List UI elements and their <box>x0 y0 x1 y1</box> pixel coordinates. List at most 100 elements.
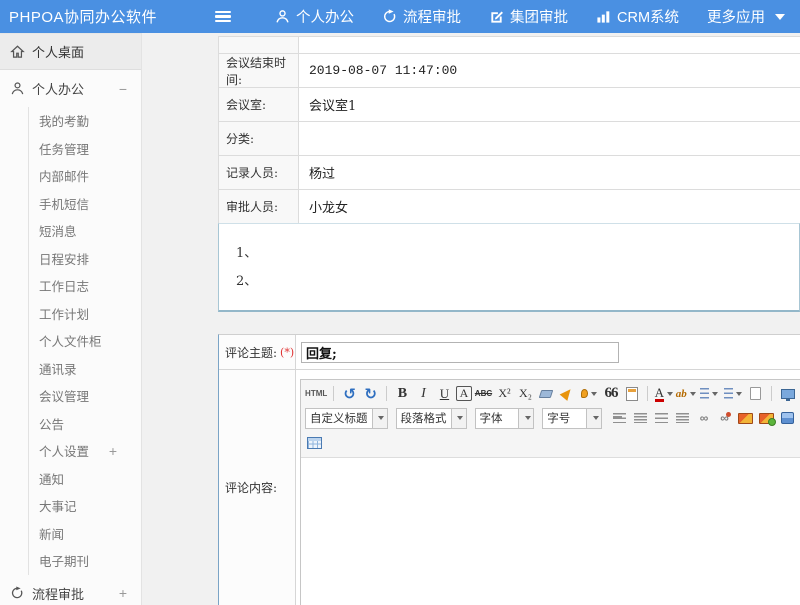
unordered-list-icon <box>724 388 733 399</box>
align-left-icon <box>613 413 626 423</box>
nav-personal-office[interactable]: 个人办公 <box>261 0 368 33</box>
nav-group-approval[interactable]: 集团审批 <box>475 0 582 33</box>
sidebar-item-news[interactable]: 新闻 <box>29 520 141 548</box>
sidebar-item-schedule[interactable]: 日程安排 <box>29 245 141 273</box>
field-label: 审批人员: <box>219 190 299 223</box>
sidebar-item-e-journal[interactable]: 电子期刊 <box>29 547 141 575</box>
expand-toggle[interactable]: + <box>119 585 127 601</box>
highlight-button[interactable]: ab <box>675 384 695 403</box>
sidebar-item-announcement[interactable]: 公告 <box>29 410 141 438</box>
font-style-button[interactable]: A <box>456 386 472 401</box>
sidebar-item-workflow-approval[interactable]: 流程审批 + <box>0 575 141 605</box>
insert-media-button[interactable] <box>778 409 797 428</box>
remove-link-button[interactable]: ∞ <box>715 409 734 428</box>
justify-button[interactable] <box>673 409 692 428</box>
field-value: 小龙女 <box>299 190 800 223</box>
html-source-button[interactable]: HTML <box>305 384 327 403</box>
meeting-content-box: 1、 2、 <box>218 223 800 312</box>
sidebar-item-notification[interactable]: 通知 <box>29 465 141 493</box>
heading-dropdown[interactable]: 自定义标题 <box>305 408 388 429</box>
clipboard-icon <box>626 387 638 401</box>
required-mark: (*) <box>280 346 294 359</box>
hamburger-menu-icon[interactable] <box>215 11 231 23</box>
upload-image-button[interactable] <box>757 409 776 428</box>
sidebar-item-mobile-sms[interactable]: 手机短信 <box>29 190 141 218</box>
nav-workflow-approval[interactable]: 流程审批 <box>368 0 475 33</box>
caret-down-icon <box>775 14 785 20</box>
bar-chart-icon <box>596 9 611 24</box>
unordered-list-button[interactable] <box>722 384 744 403</box>
rich-text-editor: HTML ↺ ↻ B I U A ABC X² <box>300 379 800 605</box>
sidebar-item-personal-office[interactable]: 个人办公 − <box>0 70 141 107</box>
ordered-list-button[interactable] <box>698 384 720 403</box>
align-right-button[interactable] <box>652 409 671 428</box>
sidebar-item-my-attendance[interactable]: 我的考勤 <box>29 107 141 135</box>
field-value: 杨过 <box>299 156 800 189</box>
person-icon <box>9 81 25 97</box>
undo-button[interactable]: ↺ <box>340 384 359 403</box>
collapse-toggle[interactable]: − <box>119 81 127 97</box>
sidebar-item-personal-desktop[interactable]: 个人桌面 <box>0 33 141 70</box>
insert-image-button[interactable] <box>736 409 755 428</box>
strikethrough-button[interactable]: ABC <box>474 384 493 403</box>
new-document-button[interactable] <box>746 384 765 403</box>
paste-from-word-button[interactable] <box>622 384 641 403</box>
phpoa-app: PHPOA协同办公软件 个人办公 流程审批 集团审批 CRM系统 更多应用 <box>0 0 800 605</box>
table-row-end-time: 会议结束时间: 2019-08-07 11:47:00 <box>219 54 800 88</box>
insert-link-button[interactable]: ∞ <box>694 409 713 428</box>
sidebar-item-personal-files[interactable]: 个人文件柜 <box>29 327 141 355</box>
sidebar-item-major-events[interactable]: 大事记 <box>29 492 141 520</box>
blockquote-button[interactable]: 66 <box>601 384 620 403</box>
sidebar-item-personal-settings[interactable]: 个人设置+ <box>29 437 141 465</box>
align-center-button[interactable] <box>631 409 650 428</box>
bold-button[interactable]: B <box>393 384 412 403</box>
emoticons-button[interactable] <box>579 384 599 403</box>
sidebar-item-internal-mail[interactable]: 内部邮件 <box>29 162 141 190</box>
table-icon <box>307 437 322 449</box>
redo-button[interactable]: ↻ <box>361 384 380 403</box>
field-label: 会议结束时间: <box>219 54 299 87</box>
fullscreen-button[interactable] <box>778 384 797 403</box>
top-navigation: 个人办公 流程审批 集团审批 CRM系统 更多应用 <box>261 0 799 33</box>
nav-more-apps[interactable]: 更多应用 <box>693 0 799 33</box>
caret-down-icon <box>457 416 463 420</box>
font-family-dropdown[interactable]: 字体 <box>475 408 535 429</box>
workflow-icon <box>9 585 25 601</box>
italic-button[interactable]: I <box>414 384 433 403</box>
media-icon <box>781 412 794 424</box>
remove-format-button[interactable] <box>537 384 556 403</box>
caret-down-icon <box>667 392 673 396</box>
sidebar-item-work-plan[interactable]: 工作计划 <box>29 300 141 328</box>
content-line: 1、 <box>236 240 799 268</box>
link-icon: ∞ <box>700 411 708 425</box>
sidebar-item-task-management[interactable]: 任务管理 <box>29 135 141 163</box>
toolbar-row-2: 自定义标题 段落格式 字体 字号 ∞ ∞ <box>305 405 797 431</box>
image-icon <box>738 413 753 424</box>
sidebar-item-meeting-management[interactable]: 会议管理 <box>29 382 141 410</box>
superscript-button[interactable]: X² <box>495 384 514 403</box>
caret-down-icon <box>525 416 531 420</box>
sidebar-item-short-message[interactable]: 短消息 <box>29 217 141 245</box>
sidebar-item-work-diary[interactable]: 工作日志 <box>29 272 141 300</box>
subscript-button[interactable]: X₂ <box>516 384 535 403</box>
expand-toggle[interactable]: + <box>109 443 117 459</box>
field-value: 2019-08-07 11:47:00 <box>299 54 800 87</box>
editor-toolbar: HTML ↺ ↻ B I U A ABC X² <box>301 380 800 458</box>
comment-content-label: 评论内容: <box>219 370 296 605</box>
paragraph-format-dropdown[interactable]: 段落格式 <box>396 408 467 429</box>
palette-icon <box>581 389 588 398</box>
comment-content-row: 评论内容: HTML ↺ ↻ B I U <box>219 370 800 605</box>
align-left-button[interactable] <box>610 409 629 428</box>
brush-icon <box>560 386 575 401</box>
field-label: 会议室: <box>219 88 299 121</box>
format-brush-button[interactable] <box>558 384 577 403</box>
underline-button[interactable]: U <box>435 384 454 403</box>
editor-content-area[interactable] <box>301 458 800 605</box>
comment-subject-input[interactable] <box>301 342 619 363</box>
sidebar-item-contacts[interactable]: 通讯录 <box>29 355 141 383</box>
insert-table-button[interactable] <box>305 433 324 452</box>
content-line: 2、 <box>236 268 799 296</box>
nav-crm-system[interactable]: CRM系统 <box>582 0 693 33</box>
font-color-button[interactable]: A <box>654 384 673 403</box>
font-size-dropdown[interactable]: 字号 <box>542 408 602 429</box>
